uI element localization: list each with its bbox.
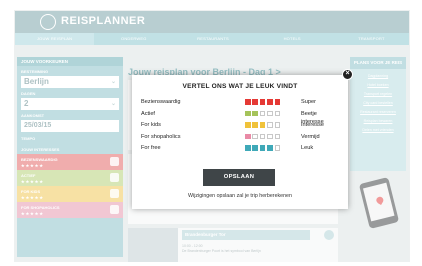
rating-square[interactable] <box>245 110 251 117</box>
preference-label: For shopaholics <box>141 133 181 140</box>
page-frame: REISPLANNER JOUW REISPLAN ONDERWEG RESTA… <box>0 0 422 266</box>
preference-value: Interesse <box>301 122 325 128</box>
rating-square[interactable] <box>259 110 266 117</box>
rating-square[interactable] <box>245 133 251 140</box>
rating-squares <box>245 145 281 151</box>
preference-label: Actief <box>141 110 155 117</box>
rating-square[interactable] <box>259 133 266 140</box>
rating-square[interactable] <box>274 110 281 117</box>
preference-row: For shopaholics Vermijd <box>141 133 341 145</box>
preference-value: Leuk <box>301 145 314 151</box>
rating-square[interactable] <box>259 122 266 128</box>
rating-square[interactable] <box>245 145 251 151</box>
rating-square[interactable] <box>267 122 273 128</box>
rating-square[interactable] <box>259 145 266 151</box>
rating-square[interactable] <box>274 145 281 151</box>
preference-value: Vermijd <box>301 133 320 140</box>
preference-label: For kids <box>141 122 161 128</box>
rating-square[interactable] <box>274 122 281 128</box>
modal-title: VERTEL ONS WAT JE LEUK VINDT <box>182 83 298 90</box>
preference-row: Actief Beetje interesse <box>141 110 341 125</box>
rating-square[interactable] <box>267 133 273 140</box>
preference-rows: Bezienswaardig Super Actief Beetje interess… <box>141 98 341 156</box>
rating-squares <box>245 110 281 117</box>
close-button[interactable]: × <box>342 69 353 80</box>
rating-square[interactable] <box>252 99 258 105</box>
rating-square[interactable] <box>259 99 266 105</box>
save-button[interactable]: OPSLAAN <box>203 169 275 186</box>
rating-squares <box>245 122 281 128</box>
preferences-modal: × VERTEL ONS WAT JE LEUK VINDT Bezienswa… <box>132 69 353 209</box>
rating-square[interactable] <box>252 133 258 140</box>
rating-square[interactable] <box>267 145 273 151</box>
preference-value: Super <box>301 99 316 105</box>
rating-squares <box>245 99 281 105</box>
rating-squares <box>245 133 281 140</box>
preference-row: For free Leuk <box>141 144 341 156</box>
rating-square[interactable] <box>252 110 258 117</box>
rating-square[interactable] <box>245 99 251 105</box>
rating-square[interactable] <box>252 145 258 151</box>
preference-row: Bezienswaardig Super <box>141 98 341 110</box>
rating-square[interactable] <box>274 133 281 140</box>
preference-label: Bezienswaardig <box>141 99 181 105</box>
preference-row: For kids Interesse <box>141 121 341 133</box>
rating-square[interactable] <box>252 122 258 128</box>
rating-square[interactable] <box>267 99 273 105</box>
rating-square[interactable] <box>245 122 251 128</box>
rating-square[interactable] <box>274 99 281 105</box>
save-footnote: Wijzigingen opslaan zal je trip herberek… <box>188 193 292 199</box>
rating-square[interactable] <box>267 110 273 117</box>
preference-label: For free <box>141 145 161 151</box>
